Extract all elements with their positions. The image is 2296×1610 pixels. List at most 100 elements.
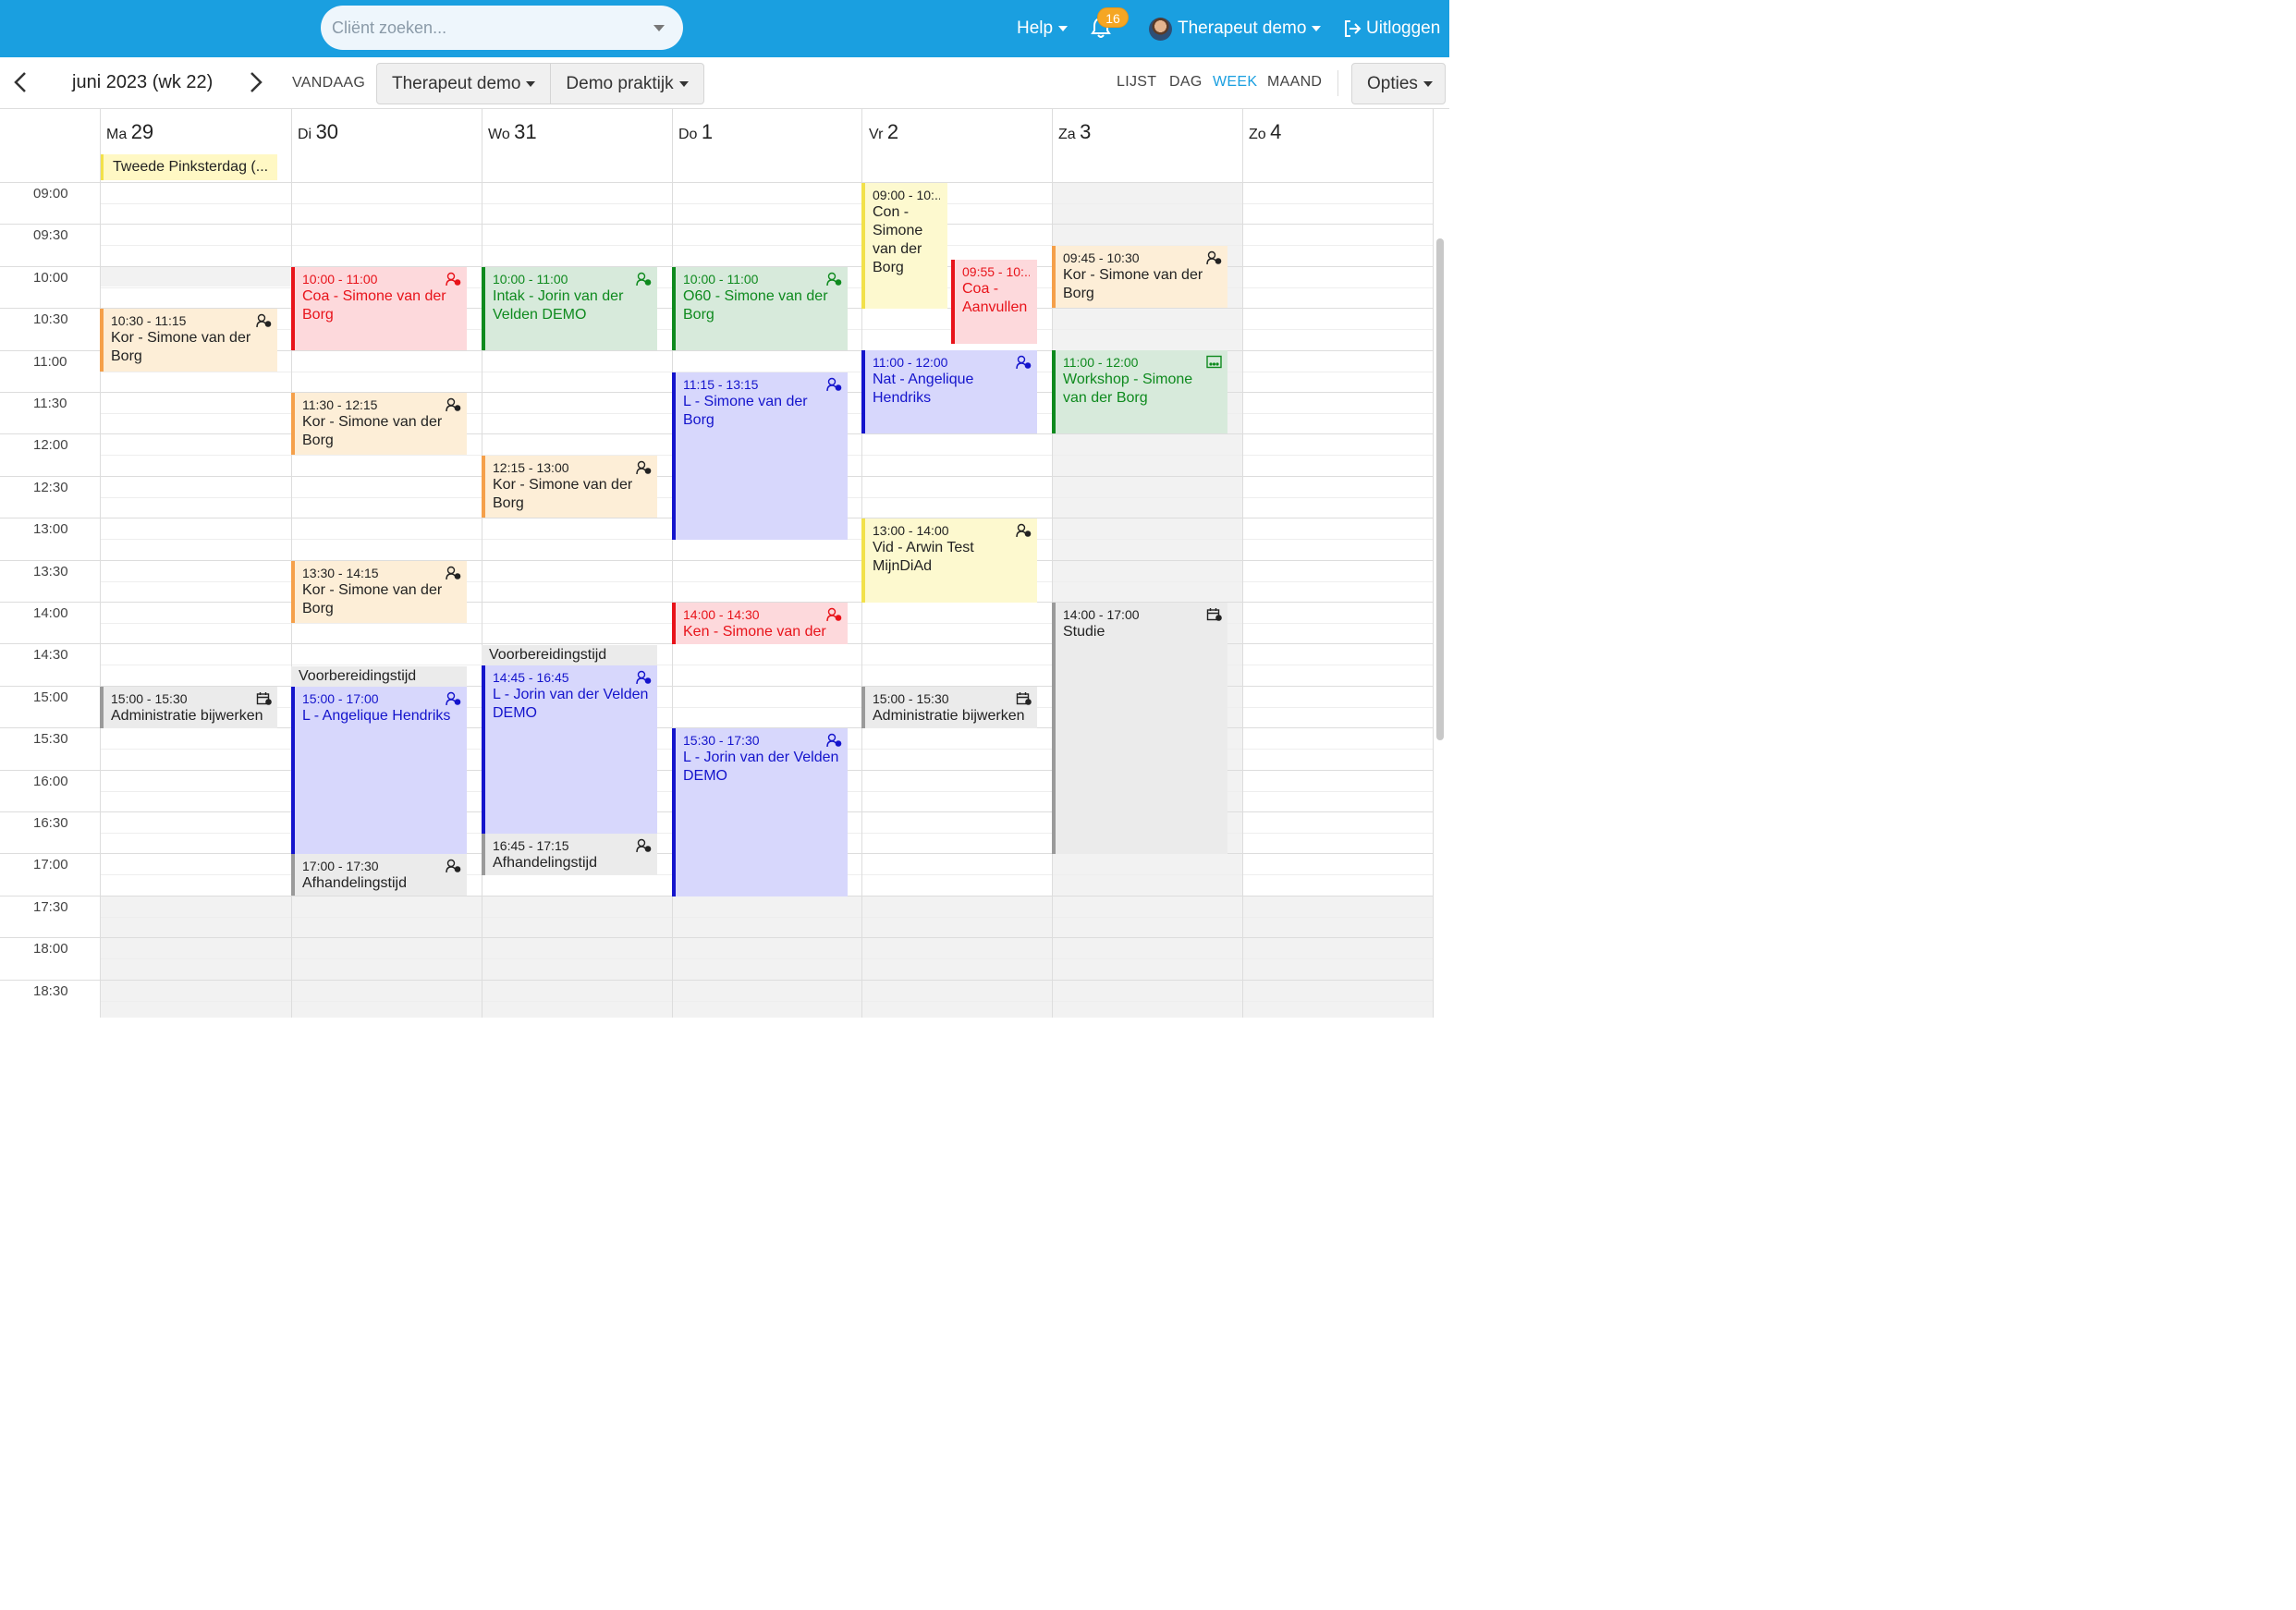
client-icon	[636, 838, 652, 852]
options-dropdown[interactable]: Opties	[1351, 63, 1446, 104]
appointment-title: Intak - Jorin van der Velden DEMO	[493, 288, 624, 323]
time-label: 14:00	[33, 605, 68, 621]
appointment[interactable]: 13:00 - 14:00 Vid - Arwin Test MijnDiAd	[861, 518, 1037, 603]
logout-label: Uitloggen	[1366, 18, 1441, 38]
calendar-toolbar: juni 2023 (wk 22) VANDAAG Therapeut demo…	[0, 57, 1449, 108]
scrollbar[interactable]	[1436, 238, 1444, 740]
appointment[interactable]: 15:00 - 15:30 Administratie bijwerken	[100, 687, 277, 728]
appointment-time: 17:00 - 17:30	[302, 859, 379, 873]
allday-event[interactable]: Tweede Pinksterdag (...	[100, 154, 277, 180]
appointment-time: 11:15 - 13:15	[683, 377, 759, 392]
time-label: 18:30	[33, 983, 68, 999]
appointment[interactable]: 10:00 - 11:00 Coa - Simone van der Borg	[291, 267, 467, 350]
appointment[interactable]: 15:00 - 15:30 Administratie bijwerken	[861, 687, 1037, 728]
appointment[interactable]: 14:00 - 14:30 Ken - Simone van der	[672, 603, 848, 644]
time-label: 16:00	[33, 774, 68, 789]
half-hour-line	[100, 1001, 1433, 1002]
period-title: juni 2023 (wk 22)	[72, 72, 214, 92]
appointment[interactable]: 11:30 - 12:15 Kor - Simone van der Borg	[291, 393, 467, 455]
appointment[interactable]: 15:00 - 17:00 L - Angelique Hendriks	[291, 687, 467, 854]
appointment-time: 13:30 - 14:15	[302, 566, 379, 580]
client-icon	[446, 397, 461, 411]
appointment[interactable]: 12:15 - 13:00 Kor - Simone van der Borg	[482, 456, 657, 518]
help-menu[interactable]: Help	[1017, 0, 1069, 57]
user-menu[interactable]: Therapeut demo	[1178, 0, 1322, 57]
appointment[interactable]: 10:30 - 11:15 Kor - Simone van der Borg	[100, 309, 277, 372]
view-month-button[interactable]: MAAND	[1267, 74, 1322, 91]
day-header[interactable]: Zo 4	[1249, 120, 1281, 144]
calendar-icon	[1206, 608, 1222, 621]
appointment[interactable]: 10:00 - 11:00 O60 - Simone van der Borg	[672, 267, 848, 350]
appointment[interactable]: 11:15 - 13:15 L - Simone van der Borg	[672, 372, 848, 540]
appointment-title: Afhandelingstijd	[493, 855, 597, 871]
appointment[interactable]: 09:55 - 10:... Coa - Aanvullen	[951, 260, 1037, 344]
chevron-down-icon	[1423, 80, 1433, 87]
time-label: 13:30	[33, 564, 68, 579]
column-divider	[100, 109, 101, 1018]
appointment[interactable]: 10:00 - 11:00 Intak - Jorin van der Velde…	[482, 267, 657, 350]
appointment[interactable]: 14:00 - 17:00 Studie	[1052, 603, 1227, 854]
notification-badge[interactable]: 16	[1097, 7, 1129, 28]
appointment-title: Afhandelingstijd	[302, 875, 407, 891]
appointment-time: 15:00 - 17:00	[302, 691, 379, 706]
appointment[interactable]: 09:45 - 10:30 Kor - Simone van der Borg	[1052, 246, 1227, 308]
today-button[interactable]: VANDAAG	[292, 75, 365, 91]
appointment-time: 15:00 - 15:30	[111, 691, 188, 706]
appointment-title: Kor - Simone van der Borg	[111, 330, 251, 364]
day-header[interactable]: Do 1	[678, 120, 713, 144]
appointment-title: Kor - Simone van der Borg	[302, 582, 443, 616]
time-label: 18:00	[33, 941, 68, 957]
options-label: Opties	[1367, 74, 1418, 93]
day-header[interactable]: Vr 2	[869, 120, 898, 144]
appointment[interactable]: 11:00 - 12:00 Workshop - Simone van der B…	[1052, 350, 1227, 433]
appointment-time: 15:30 - 17:30	[683, 733, 760, 748]
appointment[interactable]: 14:45 - 16:45 L - Jorin van der Velden DE…	[482, 665, 657, 834]
client-icon	[636, 460, 652, 474]
appointment-title: L - Jorin van der Velden DEMO	[493, 687, 649, 721]
appointment-title: Administratie bijwerken	[873, 708, 1025, 724]
client-icon	[636, 272, 652, 286]
time-label: 10:00	[33, 270, 68, 286]
view-week-button[interactable]: WEEK	[1213, 74, 1257, 91]
therapist-label: Therapeut demo	[392, 74, 521, 93]
preparation-block[interactable]: Voorbereidingstijd	[291, 666, 467, 687]
appointment-title: Nat - Angelique Hendriks	[873, 372, 974, 406]
appointment[interactable]: 15:30 - 17:30 L - Jorin van der Velden DE…	[672, 728, 848, 896]
appointment[interactable]: 09:00 - 10:... Con - Simone van der Borg	[861, 183, 947, 309]
user-name: Therapeut demo	[1178, 18, 1307, 38]
day-header[interactable]: Ma 29	[106, 120, 153, 144]
half-hour-line	[100, 917, 1433, 918]
appointment-time: 11:30 - 12:15	[302, 397, 378, 412]
client-icon	[826, 607, 842, 621]
time-label: 16:30	[33, 815, 68, 831]
practice-dropdown[interactable]: Demo praktijk	[550, 64, 702, 104]
appointment-time: 10:00 - 11:00	[302, 272, 378, 287]
calendar-icon	[1016, 692, 1032, 705]
appointment[interactable]: 17:00 - 17:30 Afhandelingstijd	[291, 854, 467, 896]
appointment[interactable]: 13:30 - 14:15 Kor - Simone van der Borg	[291, 561, 467, 623]
chevron-down-icon[interactable]	[653, 25, 665, 31]
day-header[interactable]: Za 3	[1058, 120, 1091, 144]
view-list-button[interactable]: LIJST	[1117, 74, 1156, 91]
chevron-left-icon[interactable]	[11, 70, 30, 94]
avatar[interactable]	[1149, 18, 1172, 41]
appointment-time: 09:45 - 10:30	[1063, 250, 1140, 265]
day-header[interactable]: Di 30	[298, 120, 338, 144]
appointment-time: 12:15 - 13:00	[493, 460, 569, 475]
view-day-button[interactable]: DAG	[1169, 74, 1203, 91]
logout-icon[interactable]	[1343, 19, 1362, 38]
time-label: 15:00	[33, 689, 68, 705]
appointment-time: 11:00 - 12:00	[873, 355, 948, 370]
day-header[interactable]: Wo 31	[488, 120, 537, 144]
logout-link[interactable]: Uitloggen	[1366, 0, 1440, 57]
divider	[1337, 70, 1338, 96]
therapist-dropdown[interactable]: Therapeut demo	[377, 64, 550, 104]
client-search-input[interactable]	[332, 13, 637, 43]
appointment-title: L - Simone van der Borg	[683, 394, 808, 428]
preparation-block[interactable]: Voorbereidingstijd	[482, 645, 657, 665]
chevron-right-icon[interactable]	[247, 70, 265, 94]
client-search[interactable]	[321, 6, 683, 50]
appointment[interactable]: 11:00 - 12:00 Nat - Angelique Hendriks	[861, 350, 1037, 433]
filter-group: Therapeut demo Demo praktijk	[376, 63, 704, 104]
appointment[interactable]: 16:45 - 17:15 Afhandelingstijd	[482, 834, 657, 875]
